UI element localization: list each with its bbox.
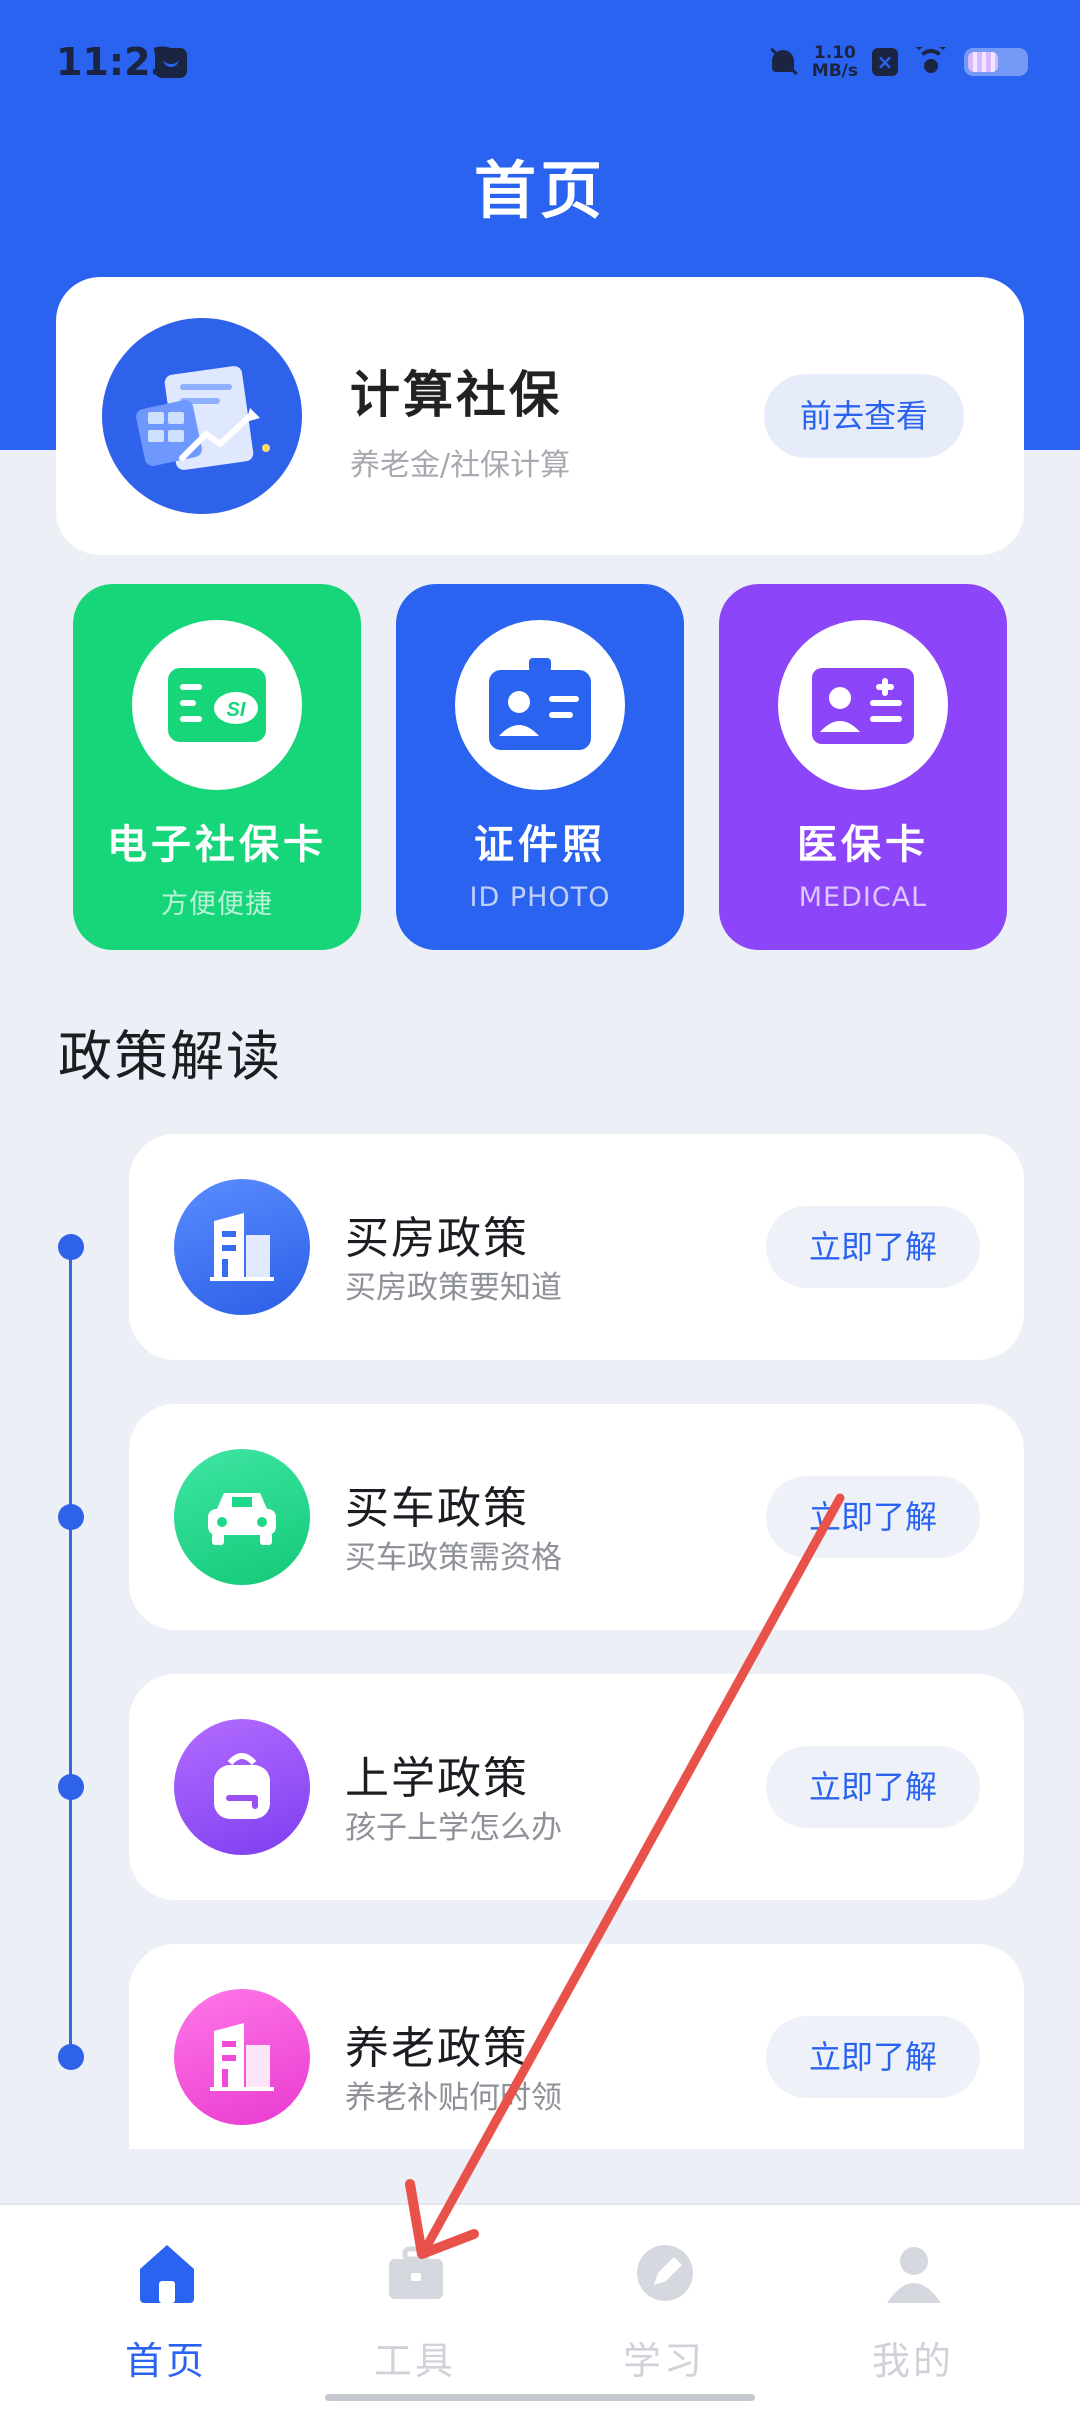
network-speed: 1.10 MB/s [812,44,858,80]
nav-label: 工具 [373,2339,456,2383]
user-icon [887,2247,941,2303]
nav-item-home[interactable]: 首页 [41,2205,291,2410]
status-bar: 11:23 1.10 MB/s × [0,0,1080,125]
learn-more-button[interactable]: 立即了解 [766,1206,980,1288]
timeline-dot [58,2044,84,2070]
building-icon [174,1989,310,2125]
tile-title: 电子社保卡 [107,822,327,868]
policy-subtitle: 买房政策要知道 [345,1270,562,1306]
tile-subtitle: MEDICAL [798,882,928,913]
calc-view-button[interactable]: 前去查看 [764,374,964,458]
timeline-dot [58,1504,84,1530]
battery-icon [964,48,1028,76]
timeline-line [69,1248,72,2060]
nav-item-tools[interactable]: 工具 [290,2205,540,2410]
toolbox-icon [389,2246,443,2299]
sim-off-icon: × [872,48,898,76]
policy-title: 买车政策 [345,1483,529,1534]
nav-label: 首页 [124,2339,207,2383]
home-icon [140,2245,194,2303]
notification-icon [155,48,187,78]
tile-medical-card[interactable]: 医保卡 MEDICAL [719,584,1007,950]
backpack-icon [174,1719,310,1855]
tile-id-photo[interactable]: 证件照 ID PHOTO [396,584,684,950]
bell-muted-icon [768,46,798,78]
policy-title: 养老政策 [345,2023,529,2074]
policy-title: 买房政策 [345,1213,529,1264]
calc-title: 计算社保 [350,366,562,424]
policy-card-pension[interactable]: 养老政策 养老补贴何时领 立即了解 [129,1944,1024,2149]
policy-card-car[interactable]: 买车政策 买车政策需资格 立即了解 [129,1404,1024,1630]
car-icon [174,1449,310,1585]
timeline-dot [58,1774,84,1800]
policy-subtitle: 孩子上学怎么办 [345,1810,562,1846]
policy-subtitle: 买车政策需资格 [345,1540,562,1576]
wifi-icon [912,47,950,77]
calc-subtitle: 养老金/社保计算 [350,448,571,483]
policy-title: 上学政策 [345,1753,529,1804]
page-title: 首页 [473,154,606,227]
policy-subtitle: 养老补贴何时领 [345,2080,562,2116]
policy-card-housing[interactable]: 买房政策 买房政策要知道 立即了解 [129,1134,1024,1360]
tile-e-social-security-card[interactable]: SI 电子社保卡 方便便捷 [73,584,361,950]
network-speed-unit: MB/s [811,61,858,81]
tile-title: 证件照 [474,822,606,868]
nav-label: 学习 [622,2339,705,2383]
bottom-navigation: 首页 工具 学习 我的 [0,2203,1080,2410]
pencil-icon [637,2245,693,2301]
medical-card-icon [778,620,948,790]
learn-more-button[interactable]: 立即了解 [766,2016,980,2098]
learn-more-button[interactable]: 立即了解 [766,1476,980,1558]
tile-subtitle: 方便便捷 [161,889,273,920]
calculator-report-icon [102,318,302,514]
policy-card-school[interactable]: 上学政策 孩子上学怎么办 立即了解 [129,1674,1024,1900]
calc-social-security-card[interactable]: 计算社保 养老金/社保计算 前去查看 [56,277,1024,555]
card-si-icon: SI [132,620,302,790]
svg-text:SI: SI [227,699,246,721]
network-speed-value: 1.10 [813,43,856,63]
timeline-dot [58,1234,84,1260]
building-icon [174,1179,310,1315]
nav-item-mine[interactable]: 我的 [788,2205,1038,2410]
home-indicator [325,2394,755,2401]
nav-item-study[interactable]: 学习 [539,2205,789,2410]
learn-more-button[interactable]: 立即了解 [766,1746,980,1828]
tile-subtitle: ID PHOTO [469,882,611,913]
id-badge-icon [455,620,625,790]
tile-title: 医保卡 [797,822,929,868]
policy-section-title: 政策解读 [58,1025,282,1088]
nav-label: 我的 [871,2339,954,2383]
